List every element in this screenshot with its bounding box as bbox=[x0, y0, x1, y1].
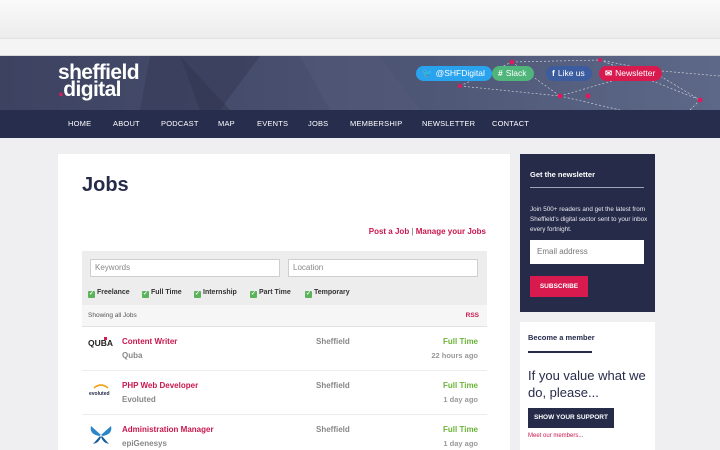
job-type: Full Time bbox=[443, 381, 478, 390]
location-input[interactable]: Location bbox=[288, 259, 478, 277]
email-input[interactable]: Email address bbox=[530, 240, 644, 264]
page-title: Jobs bbox=[82, 174, 129, 196]
subscribe-button[interactable]: SUBSCRIBE bbox=[530, 276, 588, 297]
nav-newsletter[interactable]: NEWSLETTER bbox=[422, 110, 475, 138]
job-type: Full Time bbox=[443, 337, 478, 346]
filter-label: Freelance bbox=[97, 289, 130, 296]
job-filters: Keywords Location ✓ Freelance ✓ Full Time … bbox=[82, 251, 487, 305]
quba-logo-text: QUBA bbox=[88, 338, 113, 348]
facebook-button[interactable]: f Like us bbox=[546, 66, 592, 81]
browser-tab-strip bbox=[0, 38, 720, 56]
results-count: Showing all Jobs bbox=[88, 312, 137, 319]
slack-button[interactable]: # Slack bbox=[492, 66, 534, 81]
checkbox-checked-icon: ✓ bbox=[194, 291, 201, 298]
filter-label: Internship bbox=[203, 289, 237, 296]
job-listing[interactable]: Administration Manager epiGenesys Sheffi… bbox=[82, 415, 487, 450]
browser-toolbar bbox=[0, 0, 720, 38]
membership-widget: Become a member If you value what we do,… bbox=[520, 322, 655, 450]
filter-part-time[interactable]: ✓ Part Time bbox=[250, 289, 291, 298]
newsletter-description: Join 500+ readers and get the latest fro… bbox=[530, 206, 648, 233]
nav-jobs[interactable]: JOBS bbox=[308, 110, 328, 138]
filter-temporary[interactable]: ✓ Temporary bbox=[305, 289, 350, 298]
main-navigation: HOME ABOUT PODCAST MAP EVENTS JOBS MEMBE… bbox=[0, 110, 720, 138]
nav-home[interactable]: HOME bbox=[68, 110, 91, 138]
divider bbox=[530, 187, 644, 188]
checkbox-checked-icon: ✓ bbox=[250, 291, 257, 298]
post-job-link[interactable]: Post a Job bbox=[369, 227, 409, 236]
job-company: Quba bbox=[122, 351, 143, 360]
facebook-icon: f bbox=[552, 68, 555, 78]
results-bar: Showing all Jobs RSS bbox=[82, 305, 487, 327]
job-location: Sheffield bbox=[316, 381, 350, 390]
logo-text-digital: digital bbox=[63, 78, 121, 101]
butterfly-logo bbox=[90, 426, 112, 444]
job-title[interactable]: PHP Web Developer bbox=[122, 381, 198, 390]
nav-contact[interactable]: CONTACT bbox=[492, 110, 529, 138]
job-company: Evoluted bbox=[122, 395, 156, 404]
job-listing[interactable]: evoluted PHP Web Developer Evoluted Shef… bbox=[82, 371, 487, 415]
newsletter-title: Get the newsletter bbox=[530, 170, 596, 179]
checkbox-checked-icon: ✓ bbox=[88, 291, 95, 298]
job-title[interactable]: Administration Manager bbox=[122, 425, 214, 434]
nav-events[interactable]: EVENTS bbox=[257, 110, 288, 138]
checkbox-checked-icon: ✓ bbox=[305, 291, 312, 298]
member-title: Become a member bbox=[528, 333, 595, 342]
job-posted: 1 day ago bbox=[443, 395, 478, 404]
job-posted: 1 day ago bbox=[443, 439, 478, 448]
divider bbox=[528, 351, 592, 353]
job-location: Sheffield bbox=[316, 425, 350, 434]
filter-internship[interactable]: ✓ Internship bbox=[194, 289, 237, 298]
twitter-icon: 🐦 bbox=[422, 68, 433, 78]
nav-membership[interactable]: MEMBERSHIP bbox=[350, 110, 402, 138]
filter-label: Temporary bbox=[314, 289, 350, 296]
quba-logo: QUBA bbox=[88, 337, 113, 348]
nav-about[interactable]: ABOUT bbox=[113, 110, 140, 138]
site-header: sheffield .digital 🐦 @SHFDigital # Slack f… bbox=[0, 56, 720, 110]
rss-link[interactable]: RSS bbox=[466, 312, 479, 319]
job-listing[interactable]: QUBA Content Writer Quba Sheffield Full … bbox=[82, 327, 487, 371]
keywords-input[interactable]: Keywords bbox=[90, 259, 280, 277]
job-title[interactable]: Content Writer bbox=[122, 337, 177, 346]
twitter-label: @SHFDigital bbox=[435, 68, 485, 78]
twitter-button[interactable]: 🐦 @SHFDigital bbox=[416, 66, 492, 81]
nav-podcast[interactable]: PODCAST bbox=[161, 110, 199, 138]
member-headline: If you value what we do, please... bbox=[528, 368, 646, 400]
newsletter-button[interactable]: ✉ Newsletter bbox=[599, 66, 663, 81]
meet-members-link[interactable]: Meet our members... bbox=[528, 433, 583, 439]
link-separator: | bbox=[411, 227, 414, 236]
job-location: Sheffield bbox=[316, 337, 350, 346]
jobs-panel: Jobs Post a Job | Manage your Jobs Keywo… bbox=[58, 154, 510, 450]
slack-icon: # bbox=[498, 68, 503, 78]
nav-map[interactable]: MAP bbox=[218, 110, 235, 138]
filter-full-time[interactable]: ✓ Full Time bbox=[142, 289, 182, 298]
evoluted-logo: evoluted bbox=[89, 384, 110, 397]
filter-label: Part Time bbox=[259, 289, 291, 296]
job-company: epiGenesys bbox=[122, 439, 167, 448]
job-type: Full Time bbox=[443, 425, 478, 434]
filter-label: Full Time bbox=[151, 289, 182, 296]
site-logo[interactable]: sheffield .digital bbox=[58, 62, 140, 101]
filter-freelance[interactable]: ✓ Freelance bbox=[88, 289, 130, 298]
checkbox-checked-icon: ✓ bbox=[142, 291, 149, 298]
mail-icon: ✉ bbox=[605, 68, 613, 78]
newsletter-label: Newsletter bbox=[615, 68, 656, 78]
newsletter-widget: Get the newsletter Join 500+ readers and… bbox=[520, 154, 655, 312]
facebook-label: Like us bbox=[557, 68, 585, 78]
manage-jobs-link[interactable]: Manage your Jobs bbox=[416, 227, 486, 236]
job-posted: 22 hours ago bbox=[431, 351, 478, 360]
job-links: Post a Job | Manage your Jobs bbox=[369, 227, 486, 236]
evoluted-logo-text: evoluted bbox=[89, 391, 110, 397]
show-support-button[interactable]: SHOW YOUR SUPPORT bbox=[528, 408, 614, 428]
slack-label: Slack bbox=[505, 68, 527, 78]
